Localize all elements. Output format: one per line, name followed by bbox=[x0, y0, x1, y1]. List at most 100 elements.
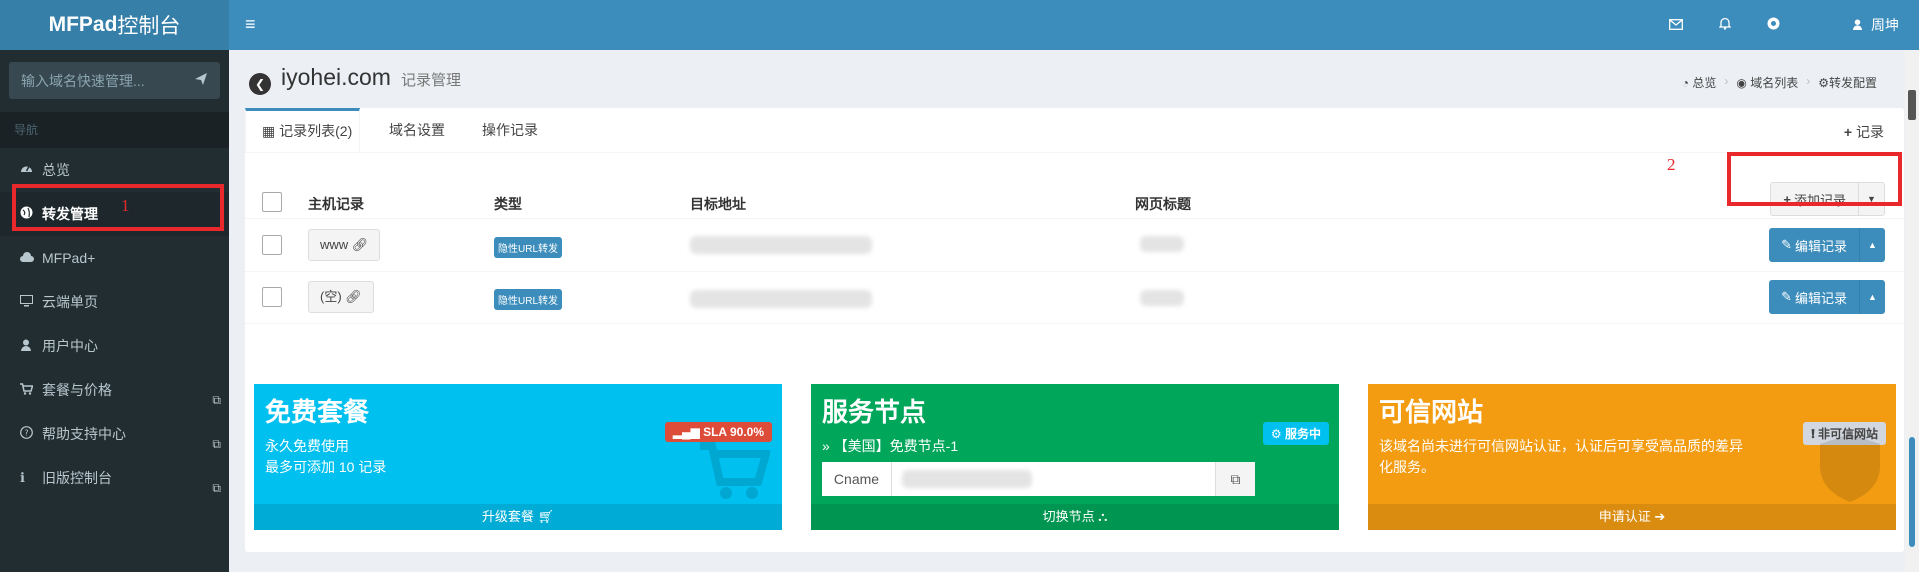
card-free-plan: 免费套餐 永久免费使用 最多可添加 10 记录 ▂▄▆ SLA 90.0% 升级… bbox=[254, 384, 782, 530]
breadcrumb-overview[interactable]: ◔ 总览 bbox=[1682, 74, 1717, 91]
dashboard-icon: ◔ bbox=[1681, 76, 1690, 90]
sidebar-item-help[interactable]: ? 帮助支持中心 ⧉ bbox=[0, 412, 229, 456]
table-header: 主机记录 类型 目标地址 网页标题 + 添加记录 ▼ bbox=[245, 182, 1904, 219]
help-icon: ? bbox=[20, 426, 42, 442]
shield-watermark-icon bbox=[1818, 432, 1882, 507]
tab-record-list[interactable]: ▦ 记录列表(2) bbox=[245, 108, 360, 153]
upgrade-plan-link[interactable]: 升级套餐 🛒︎ bbox=[254, 504, 782, 530]
top-navbar: ≡ 周坤 bbox=[229, 0, 1919, 50]
nav-header: 导航 bbox=[0, 112, 229, 148]
header-host: 主机记录 bbox=[308, 196, 364, 212]
sidebar-item-pricing[interactable]: 套餐与价格 ⧉ bbox=[0, 368, 229, 412]
tab-domain-settings[interactable]: 域名设置 bbox=[389, 108, 445, 153]
status-badge: ⚙ 服务中 bbox=[1262, 422, 1329, 445]
info-icon: ℹ bbox=[20, 470, 25, 485]
link-icon: 🔗︎ bbox=[351, 237, 369, 252]
user-icon bbox=[20, 339, 42, 354]
card-trusted-site: 可信网站 该域名尚未进行可信网站认证，认证后可享受高品质的差异 化服务。 ❗︎ … bbox=[1368, 384, 1896, 530]
gear-icon: ⚙ bbox=[1270, 427, 1282, 441]
arrow-circle-right-icon: ➔ bbox=[1654, 509, 1666, 524]
annotation-number-2: 2 bbox=[1667, 155, 1676, 174]
cname-value[interactable] bbox=[892, 462, 1215, 496]
chevron-up-icon[interactable]: ▲ bbox=[1859, 280, 1885, 314]
card-line: 化服务。 bbox=[1379, 459, 1435, 475]
page-header: ❮ iyohei.com 记录管理 bbox=[249, 64, 461, 95]
redacted-title bbox=[1140, 290, 1184, 306]
sidebar-item-label: MFPad+ bbox=[42, 250, 96, 266]
scrollbar-thumb[interactable] bbox=[1909, 437, 1915, 547]
chevron-up-icon[interactable]: ▲ bbox=[1859, 228, 1885, 262]
card-line: » 【美国】免费节点-1 bbox=[822, 438, 959, 454]
annotation-number-1: 1 bbox=[121, 196, 130, 215]
grid-icon: ▦ bbox=[262, 123, 276, 139]
annotation-box-2 bbox=[1727, 152, 1902, 206]
envelope-icon[interactable] bbox=[1669, 17, 1684, 33]
breadcrumb-domain-list[interactable]: ◉ 域名列表 bbox=[1736, 74, 1798, 91]
header-page-title: 网页标题 bbox=[1135, 196, 1191, 212]
sidebar-item-user-center[interactable]: 用户中心 bbox=[0, 324, 229, 368]
link-icon: 🔗︎ bbox=[345, 289, 362, 304]
apply-certification-link[interactable]: 申请认证 ➔ bbox=[1368, 504, 1896, 530]
dashboard-icon bbox=[20, 162, 42, 178]
bell-icon[interactable] bbox=[1718, 17, 1732, 33]
hamburger-menu-icon[interactable]: ≡ bbox=[245, 14, 256, 35]
sidebar-item-label: 套餐与价格 bbox=[42, 382, 112, 398]
cart-watermark-icon bbox=[700, 440, 772, 503]
card-title: 免费套餐 bbox=[265, 397, 370, 427]
sidebar-item-label: 总览 bbox=[42, 162, 70, 178]
sla-badge: ▂▄▆ SLA 90.0% bbox=[664, 422, 772, 442]
edit-record-button[interactable]: ✎ 编辑记录 ▲ bbox=[1769, 228, 1885, 262]
send-icon[interactable] bbox=[194, 72, 208, 89]
breadcrumb: ◔ 总览 › ◉ 域名列表 › ⚙转发配置 bbox=[1682, 74, 1877, 91]
breadcrumb-forward-config: ⚙转发配置 bbox=[1818, 76, 1877, 90]
sidebar-item-label: 旧版控制台 bbox=[42, 470, 112, 486]
type-badge: 隐性URL转发 bbox=[494, 237, 563, 258]
select-all-checkbox[interactable] bbox=[262, 192, 282, 212]
back-arrow-icon[interactable]: ❮ bbox=[249, 73, 271, 95]
edit-record-button[interactable]: ✎ 编辑记录 ▲ bbox=[1769, 280, 1885, 314]
cname-label: Cname bbox=[822, 462, 892, 496]
row-checkbox[interactable] bbox=[262, 235, 282, 255]
row-checkbox[interactable] bbox=[262, 287, 282, 307]
double-chevron-right-icon: » bbox=[822, 438, 830, 454]
scrollbar-handle-top[interactable] bbox=[1908, 90, 1916, 120]
user-icon bbox=[1852, 17, 1867, 33]
sidebar-item-legacy-console[interactable]: ℹ 旧版控制台 ⧉ bbox=[0, 456, 229, 500]
switch-node-link[interactable]: 切换节点 ⛬ bbox=[811, 504, 1339, 530]
host-record-button[interactable]: www 🔗︎ bbox=[308, 229, 381, 261]
sidebar-item-mfpad-plus[interactable]: MFPad+ bbox=[0, 236, 229, 280]
redacted-title bbox=[1140, 236, 1184, 252]
sidebar-item-cloud-page[interactable]: 云端单页 bbox=[0, 280, 229, 324]
user-menu[interactable]: 周坤 bbox=[1816, 15, 1899, 35]
redacted-target bbox=[690, 290, 872, 308]
user-name: 周坤 bbox=[1871, 17, 1899, 33]
annotation-box-1 bbox=[12, 184, 224, 231]
pencil-icon: ✎ bbox=[1781, 237, 1792, 252]
plus-icon: + bbox=[1843, 124, 1853, 140]
edit-record-main[interactable]: ✎ 编辑记录 bbox=[1769, 228, 1859, 262]
domain-search-input[interactable]: 输入域名快速管理... bbox=[9, 62, 220, 99]
card-line: 最多可添加 10 记录 bbox=[265, 459, 387, 475]
add-record-tab[interactable]: + 记录 bbox=[1844, 122, 1884, 142]
tab-operation-log[interactable]: 操作记录 bbox=[482, 108, 538, 153]
cart-icon: 🛒︎ bbox=[537, 509, 555, 524]
main-content: ❮ iyohei.com 记录管理 ◔ 总览 › ◉ 域名列表 › ⚙转发配置 … bbox=[229, 50, 1919, 572]
edit-record-main[interactable]: ✎ 编辑记录 bbox=[1769, 280, 1859, 314]
table-row: www 🔗︎ 隐性URL转发 ✎ 编辑记录 ▲ bbox=[245, 220, 1904, 272]
app-logo[interactable]: MFPad 控制台 bbox=[0, 0, 229, 50]
host-record-button[interactable]: (空) 🔗︎ bbox=[308, 281, 374, 313]
scrollbar[interactable] bbox=[1905, 50, 1919, 572]
gear-icon: ⚙ bbox=[1818, 76, 1829, 90]
copy-icon[interactable]: ⧉ bbox=[1215, 462, 1255, 496]
page-title: iyohei.com bbox=[281, 64, 391, 90]
cname-field: Cname ⧉ bbox=[822, 462, 1255, 496]
sidebar-item-label: 用户中心 bbox=[42, 338, 98, 354]
external-link-icon: ⧉ bbox=[212, 481, 221, 495]
card-line: 该域名尚未进行可信网站认证，认证后可享受高品质的差异 bbox=[1379, 438, 1743, 454]
signal-icon: ▂▄▆ bbox=[672, 425, 700, 439]
cloud-icon bbox=[20, 251, 42, 266]
pencil-icon: ✎ bbox=[1781, 289, 1792, 304]
help-circle-icon[interactable] bbox=[1767, 17, 1780, 33]
card-line: 永久免费使用 bbox=[265, 438, 349, 454]
external-link-icon: ⧉ bbox=[212, 437, 221, 451]
